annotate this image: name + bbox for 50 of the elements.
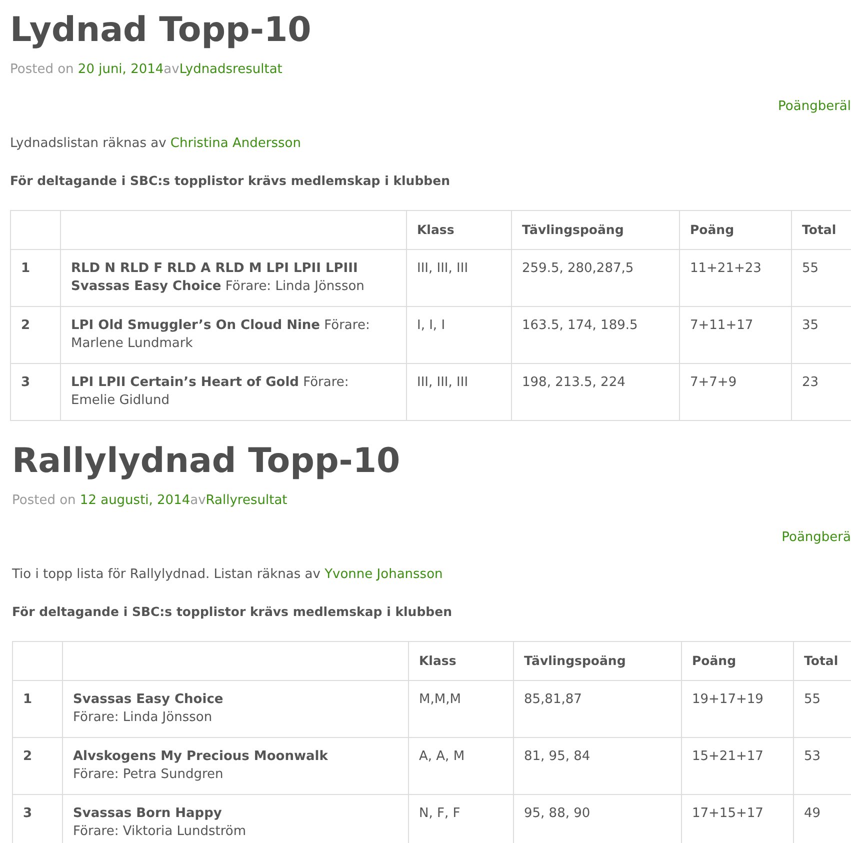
rank-cell: 2 [12,738,62,794]
column-header: Tävlingspoäng [512,210,680,250]
class-cell: A, A, M [408,738,514,794]
competition-points-cell: 163.5, 174, 189.5 [512,306,680,364]
points-link[interactable]: Poängberä [782,528,851,548]
post-meta: Posted on 20 juni, 2014avLydnadsresultat [10,61,284,79]
author-link[interactable]: Lydnadsresultat [179,62,282,77]
class-cell: III, III, III [406,364,512,420]
competition-points-cell: 81, 95, 84 [514,738,682,794]
date-link[interactable]: 20 juni, 2014 [78,62,164,77]
column-header: Klass [406,210,512,250]
membership-notice: För deltagande i SBC:s topplistor krävs medlemskap i klubben [10,172,451,190]
dog-cell: Alvskogens My Precious Moonwalk Förare: Petra Sundgren [62,738,408,794]
rank-cell: 2 [10,306,60,364]
score-cell: 11+21+23 [680,250,792,306]
person-link[interactable]: Yvonne Johansson [324,567,443,582]
competition-points-cell: 259.5, 280,287,5 [512,250,680,306]
score-cell: 15+21+17 [682,738,794,794]
score-cell: 7+11+17 [680,306,792,364]
column-header: Total [794,642,851,680]
dog-cell: LPI LPII Certain’s Heart of Gold Förare: Emelie Gidlund [60,364,406,420]
intro-text: Lydnadslistan räknas av Christina Andersson [10,135,302,153]
points-link[interactable]: Poängberäl [778,97,851,117]
intro-text: Tio i topp lista för Rallylydnad. Listan räknas av Yvonne Johansson [12,566,444,584]
rank-cell: 1 [12,680,62,738]
class-cell: I, I, I [406,306,512,364]
author-link[interactable]: Rallyresultat [206,493,288,508]
dog-cell: Svassas Easy Choice Förare: Linda Jönsson [62,680,408,738]
column-header: Poäng [682,642,794,680]
competition-points-cell: 85,81,87 [514,680,682,738]
column-header: Tävlingspoäng [514,642,682,680]
class-cell: M,M,M [408,680,514,738]
score-cell: 7+7+9 [680,364,792,420]
dog-cell: RLD N RLD F RLD A RLD M LPI LPII LPIII Svassas Easy Choice Förare: Linda Jönsson [60,250,406,306]
rank-cell: 3 [10,364,60,420]
person-link[interactable]: Christina Andersson [170,136,301,151]
column-header: Klass [408,642,514,680]
date-link[interactable]: 12 augusti, 2014 [80,493,190,508]
column-header: Total [792,210,851,250]
competition-points-cell: 198, 213.5, 224 [512,364,680,420]
rank-cell: 3 [12,794,62,843]
class-cell: III, III, III [406,250,512,306]
score-cell: 19+17+19 [682,680,794,738]
membership-notice: För deltagande i SBC:s topplistor krävs medlemskap i klubben [12,603,453,621]
column-header: Poäng [680,210,792,250]
post-title: Lydnad Topp-10 [10,9,312,52]
dog-cell: LPI Old Smuggler’s On Cloud Nine Förare: Marlene Lundmark [60,306,406,364]
rank-cell: 1 [10,250,60,306]
post-meta: Posted on 12 augusti, 2014avRallyresultat [12,492,288,510]
post-title: Rallylydnad Topp-10 [12,440,402,483]
